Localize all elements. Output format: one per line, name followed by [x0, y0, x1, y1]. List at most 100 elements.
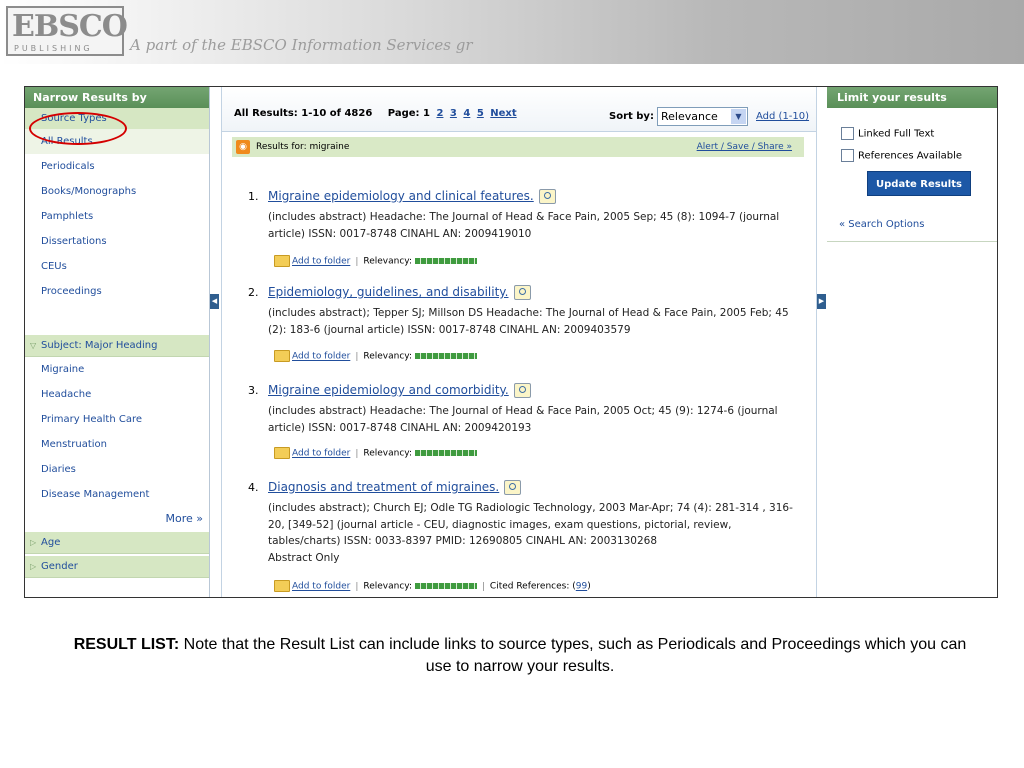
facet-header-subject[interactable]: ▽ Subject: Major Heading [25, 335, 209, 357]
rss-feed-icon[interactable]: ◉ [236, 140, 250, 154]
add-to-folder-link[interactable]: Add to folder [292, 352, 350, 362]
results-summary: All Results: 1-10 of 4826 Page: 1 2 3 4 … [234, 108, 517, 119]
facet-header-gender[interactable]: ▷ Gender [25, 556, 209, 578]
facet-item-diaries[interactable]: Diaries [25, 457, 209, 482]
relevancy-bar [414, 450, 477, 456]
result-description: (includes abstract); Tepper SJ; Millson … [268, 307, 789, 336]
facet-header-age[interactable]: ▷ Age [25, 532, 209, 554]
facet-item-primary-health-care[interactable]: Primary Health Care [25, 407, 209, 432]
result-number: 1. [248, 190, 259, 203]
result-title: Migraine epidemiology and comorbidity. [268, 383, 509, 397]
facet-item-headache[interactable]: Headache [25, 382, 209, 407]
page-link-5[interactable]: 5 [477, 108, 484, 119]
divider: | [355, 581, 359, 592]
preview-magnifier-icon[interactable] [513, 383, 531, 398]
highlight-circle-annotation [29, 112, 127, 145]
relevancy-label: Relevancy: [363, 581, 412, 592]
search-options-link[interactable]: « Search Options [839, 219, 924, 230]
page-link-4[interactable]: 4 [463, 108, 470, 119]
result-list-panel: All Results: 1-10 of 4826 Page: 1 2 3 4 … [221, 87, 817, 597]
caption-text: Note that the Result List can include li… [179, 636, 967, 675]
divider: | [355, 448, 359, 459]
relevancy-bar [414, 258, 477, 264]
result-title: Diagnosis and treatment of migraines. [268, 480, 500, 494]
update-results-button[interactable]: Update Results [867, 171, 971, 196]
result-description: (includes abstract) Headache: The Journa… [268, 405, 778, 434]
relevancy-bar [414, 353, 477, 359]
cited-references-link[interactable]: 99 [576, 582, 587, 592]
folder-icon[interactable] [274, 350, 290, 362]
divider: | [355, 256, 359, 267]
slide-caption: RESULT LIST: Note that the Result List c… [60, 634, 980, 678]
linked-full-text-option[interactable]: Linked Full Text [841, 127, 934, 140]
facet-item-dissertations[interactable]: Dissertations [25, 229, 209, 254]
result-title-link[interactable]: Migraine epidemiology and comorbidity. [268, 383, 531, 398]
relevancy-label: Relevancy: [363, 256, 412, 267]
result-description: (includes abstract); Church EJ; Odle TG … [268, 500, 803, 566]
facet-item-books-monographs[interactable]: Books/Monographs [25, 179, 209, 204]
logo-main-text: EBSCO [12, 9, 128, 44]
alert-save-share-link[interactable]: Alert / Save / Share » [697, 137, 792, 157]
add-to-folder-link[interactable]: Add to folder [292, 449, 350, 459]
narrow-results-panel: Narrow Results by Source Types All Resul… [25, 87, 210, 597]
app-screenshot-frame: Narrow Results by Source Types All Resul… [24, 86, 998, 598]
result-item: 2. Epidemiology, guidelines, and disabil… [222, 285, 816, 365]
result-title-link[interactable]: Epidemiology, guidelines, and disability… [268, 285, 531, 300]
facet-item-pamphlets[interactable]: Pamphlets [25, 204, 209, 229]
facet-item-ceus[interactable]: CEUs [25, 254, 209, 279]
preview-magnifier-icon[interactable] [513, 285, 531, 300]
relevancy-label: Relevancy: [363, 351, 412, 362]
references-available-option[interactable]: References Available [841, 149, 962, 162]
checkbox-label: References Available [858, 150, 963, 162]
facet-item-migraine[interactable]: Migraine [25, 357, 209, 382]
collapse-right-panel-icon[interactable]: ▶ [817, 294, 826, 309]
folder-icon[interactable] [274, 580, 290, 592]
result-title-link[interactable]: Diagnosis and treatment of migraines. [268, 480, 522, 495]
results-for-bar: ◉ Results for: migraine Alert / Save / S… [232, 137, 804, 157]
sort-by-select[interactable]: Relevance ▼ [657, 107, 748, 126]
facet-item-menstruation[interactable]: Menstruation [25, 432, 209, 457]
results-for-label: Results for: migraine [256, 142, 350, 152]
divider: | [355, 351, 359, 362]
result-number: 3. [248, 384, 259, 397]
result-tools: Add to folder | Relevancy: [274, 350, 477, 362]
add-to-folder-link[interactable]: Add to folder [292, 582, 350, 592]
result-list-toolbar: All Results: 1-10 of 4826 Page: 1 2 3 4 … [222, 87, 816, 132]
references-available-checkbox[interactable] [841, 149, 854, 162]
page-link-3[interactable]: 3 [450, 108, 457, 119]
facet-label: Gender [41, 561, 78, 572]
result-title-link[interactable]: Migraine epidemiology and clinical featu… [268, 189, 556, 204]
folder-icon[interactable] [274, 447, 290, 459]
cited-references-close: ) [587, 581, 591, 592]
next-page-link[interactable]: Next [490, 108, 516, 119]
narrow-results-header: Narrow Results by [25, 87, 209, 108]
add-to-folder-range-link[interactable]: Add (1-10) [756, 111, 809, 122]
facet-item-disease-management[interactable]: Disease Management [25, 482, 209, 507]
result-description: (includes abstract) Headache: The Journa… [268, 211, 780, 240]
page-link-2[interactable]: 2 [436, 108, 443, 119]
preview-magnifier-icon[interactable] [538, 189, 556, 204]
divider [827, 241, 997, 242]
facet-item-periodicals[interactable]: Periodicals [25, 154, 209, 179]
ebsco-logo: EBSCO PUBLISHING [6, 6, 128, 56]
result-item: 3. Migraine epidemiology and comorbidity… [222, 383, 816, 463]
collapse-left-panel-icon[interactable]: ◀ [210, 294, 219, 309]
facet-item-proceedings[interactable]: Proceedings [25, 279, 209, 304]
chevron-down-icon[interactable]: ▼ [731, 109, 746, 124]
preview-magnifier-icon[interactable] [504, 480, 522, 495]
sort-by-label: Sort by: [609, 111, 654, 122]
folder-icon[interactable] [274, 255, 290, 267]
abstract-only-label: Abstract Only [268, 551, 340, 564]
publisher-banner: EBSCO PUBLISHING A part of the EBSCO Inf… [0, 0, 1024, 64]
limit-results-header: Limit your results [827, 87, 997, 108]
more-subjects-link[interactable]: More » [25, 507, 209, 531]
chevron-right-icon: ▷ [30, 538, 37, 547]
result-description-text: (includes abstract); Church EJ; Odle TG … [268, 502, 793, 547]
logo-sub-text: PUBLISHING [14, 44, 93, 53]
banner-tagline: A part of the EBSCO Information Services… [130, 36, 473, 54]
linked-full-text-checkbox[interactable] [841, 127, 854, 140]
facet-label: Subject: Major Heading [41, 340, 158, 351]
result-title: Epidemiology, guidelines, and disability… [268, 285, 509, 299]
result-item: 1. Migraine epidemiology and clinical fe… [222, 189, 816, 269]
add-to-folder-link[interactable]: Add to folder [292, 257, 350, 267]
